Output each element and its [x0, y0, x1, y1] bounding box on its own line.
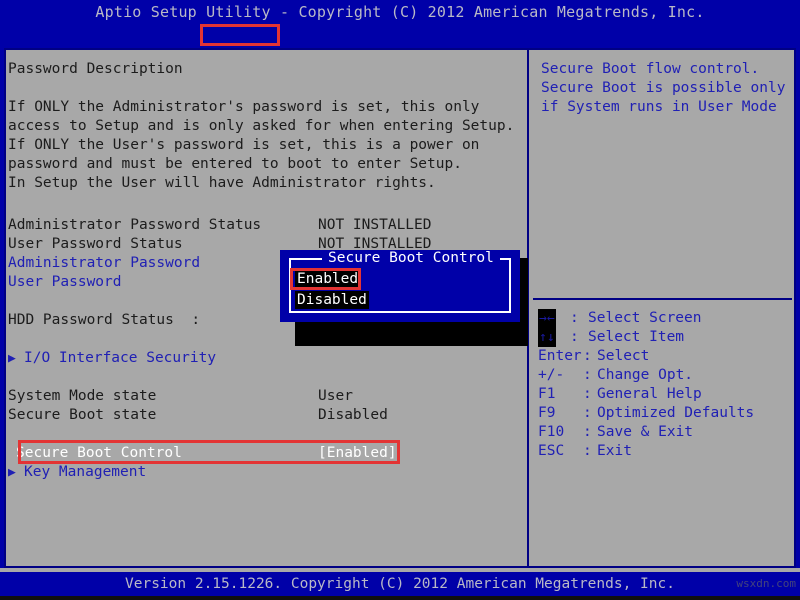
- description-line: password and must be entered to boot to …: [8, 156, 462, 172]
- setting-label-hdd-password-status: HDD Password Status :: [8, 312, 201, 328]
- setting-label-secure-boot-control[interactable]: Secure Boot Control: [16, 444, 182, 463]
- setting-administrator-password[interactable]: Administrator Password: [8, 254, 200, 273]
- key-legend-change-opt: Change Opt.: [597, 367, 694, 383]
- key-legend-select-item: Select Item: [588, 329, 685, 345]
- help-text-line: Secure Boot is possible only: [541, 80, 786, 96]
- setting-label-system-mode-state: System Mode state: [8, 388, 157, 404]
- help-keys-divider: [533, 298, 792, 300]
- key-legend-exit: Exit: [597, 443, 632, 459]
- dialog-option-enabled[interactable]: Enabled: [295, 270, 361, 288]
- section-title: Password Description: [8, 61, 183, 77]
- setting-value-system-mode-state: User: [318, 388, 353, 404]
- description-line: In Setup the User will have Administrato…: [8, 175, 436, 191]
- setting-key-management[interactable]: Key Management: [24, 463, 146, 482]
- key-legend-separator: :: [570, 310, 588, 326]
- key-legend-key-enter: Enter: [538, 348, 582, 364]
- help-pane: Secure Boot flow control. Secure Boot is…: [537, 52, 792, 564]
- arrow-up-down-icon: ↑↓: [538, 328, 556, 347]
- setting-label-user-password-status: User Password Status: [8, 236, 183, 252]
- key-legend-key-f10: F10: [538, 424, 565, 440]
- key-legend-key-esc: ESC: [538, 443, 565, 459]
- description-line: access to Setup and is only asked for wh…: [8, 118, 515, 134]
- submenu-arrow-icon: ▶: [8, 465, 16, 480]
- setting-value-secure-boot-control[interactable]: [Enabled]: [318, 444, 397, 463]
- help-text-line: Secure Boot flow control.: [541, 61, 760, 77]
- description-line: If ONLY the Administrator's password is …: [8, 99, 480, 115]
- setting-value-administrator-password-status: NOT INSTALLED: [318, 217, 432, 233]
- bottom-noise-strip: [0, 596, 800, 600]
- setting-value-secure-boot-state: Disabled: [318, 407, 388, 423]
- arrow-left-right-icon: →←: [538, 309, 556, 328]
- key-legend-select-screen: Select Screen: [588, 310, 702, 326]
- key-legend-key-plus-minus: +/-: [538, 367, 565, 383]
- help-text-line: if System runs in User Mode: [541, 99, 777, 115]
- bios-setup-screen: Aptio Setup Utility - Copyright (C) 2012…: [0, 0, 800, 600]
- key-legend-separator: :: [570, 329, 588, 345]
- setting-label-administrator-password-status: Administrator Password Status: [8, 217, 262, 233]
- key-legend-key-f9: F9: [538, 405, 556, 421]
- version-footer: Version 2.15.1226. Copyright (C) 2012 Am…: [0, 572, 800, 596]
- key-legend-optimized-defaults: Optimized Defaults: [597, 405, 755, 421]
- menu-bar: Main Advanced Boot Security Save & Exit: [0, 24, 800, 176]
- submenu-arrow-icon: ▶: [8, 351, 16, 366]
- setting-io-interface-security[interactable]: I/O Interface Security: [24, 349, 216, 368]
- setting-user-password[interactable]: User Password: [8, 273, 122, 292]
- watermark-text: wsxdn.com: [736, 577, 796, 590]
- dialog-title: Secure Boot Control: [322, 250, 500, 267]
- key-legend-key-f1: F1: [538, 386, 556, 402]
- setting-label-secure-boot-state: Secure Boot state: [8, 407, 157, 423]
- key-legend-general-help: General Help: [597, 386, 702, 402]
- key-legend-select: Select: [597, 348, 650, 364]
- description-line: If ONLY the User's password is set, this…: [8, 137, 480, 153]
- dialog-option-disabled[interactable]: Disabled: [295, 291, 369, 309]
- utility-title: Aptio Setup Utility - Copyright (C) 2012…: [0, 0, 800, 24]
- key-legend-save-exit: Save & Exit: [597, 424, 694, 440]
